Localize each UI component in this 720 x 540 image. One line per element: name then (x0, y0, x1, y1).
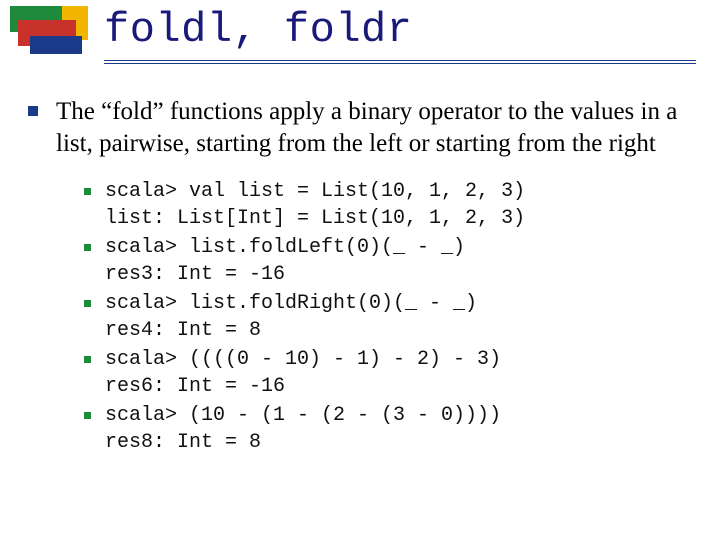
page-title: foldl, foldr (104, 6, 412, 54)
code-line: res4: Int = 8 (105, 319, 261, 342)
square-bullet-icon (84, 300, 91, 307)
code-block: scala> list.foldRight(0)(_ - _) res4: In… (105, 290, 477, 344)
square-bullet-icon (84, 356, 91, 363)
code-line: res8: Int = 8 (105, 431, 261, 454)
paragraph-text: The “fold” functions apply a binary oper… (56, 96, 692, 160)
square-bullet-icon (84, 244, 91, 251)
list-item: scala> list.foldLeft(0)(_ - _) res3: Int… (84, 234, 692, 288)
list-item: scala> val list = List(10, 1, 2, 3) list… (84, 178, 692, 232)
list-item: scala> (10 - (1 - (2 - (3 - 0)))) res8: … (84, 402, 692, 456)
code-line: res3: Int = -16 (105, 263, 285, 286)
title-underline (104, 60, 696, 64)
code-line: scala> (10 - (1 - (2 - (3 - 0)))) (105, 404, 501, 427)
square-bullet-icon (84, 412, 91, 419)
code-block: scala> ((((0 - 10) - 1) - 2) - 3) res6: … (105, 346, 501, 400)
list-item: scala> list.foldRight(0)(_ - _) res4: In… (84, 290, 692, 344)
code-sublist: scala> val list = List(10, 1, 2, 3) list… (84, 178, 692, 456)
code-block: scala> list.foldLeft(0)(_ - _) res3: Int… (105, 234, 465, 288)
code-line: list: List[Int] = List(10, 1, 2, 3) (105, 207, 525, 230)
code-line: scala> val list = List(10, 1, 2, 3) (105, 180, 525, 203)
square-bullet-icon (28, 106, 38, 116)
slide-body: The “fold” functions apply a binary oper… (28, 96, 692, 458)
slide-logo-icon (10, 6, 88, 62)
list-item: scala> ((((0 - 10) - 1) - 2) - 3) res6: … (84, 346, 692, 400)
code-block: scala> (10 - (1 - (2 - (3 - 0)))) res8: … (105, 402, 501, 456)
code-line: scala> list.foldLeft(0)(_ - _) (105, 236, 465, 259)
slide: foldl, foldr The “fold” functions apply … (0, 0, 720, 540)
code-line: scala> ((((0 - 10) - 1) - 2) - 3) (105, 348, 501, 371)
code-line: scala> list.foldRight(0)(_ - _) (105, 292, 477, 315)
code-line: res6: Int = -16 (105, 375, 285, 398)
code-block: scala> val list = List(10, 1, 2, 3) list… (105, 178, 525, 232)
list-item: The “fold” functions apply a binary oper… (28, 96, 692, 160)
square-bullet-icon (84, 188, 91, 195)
